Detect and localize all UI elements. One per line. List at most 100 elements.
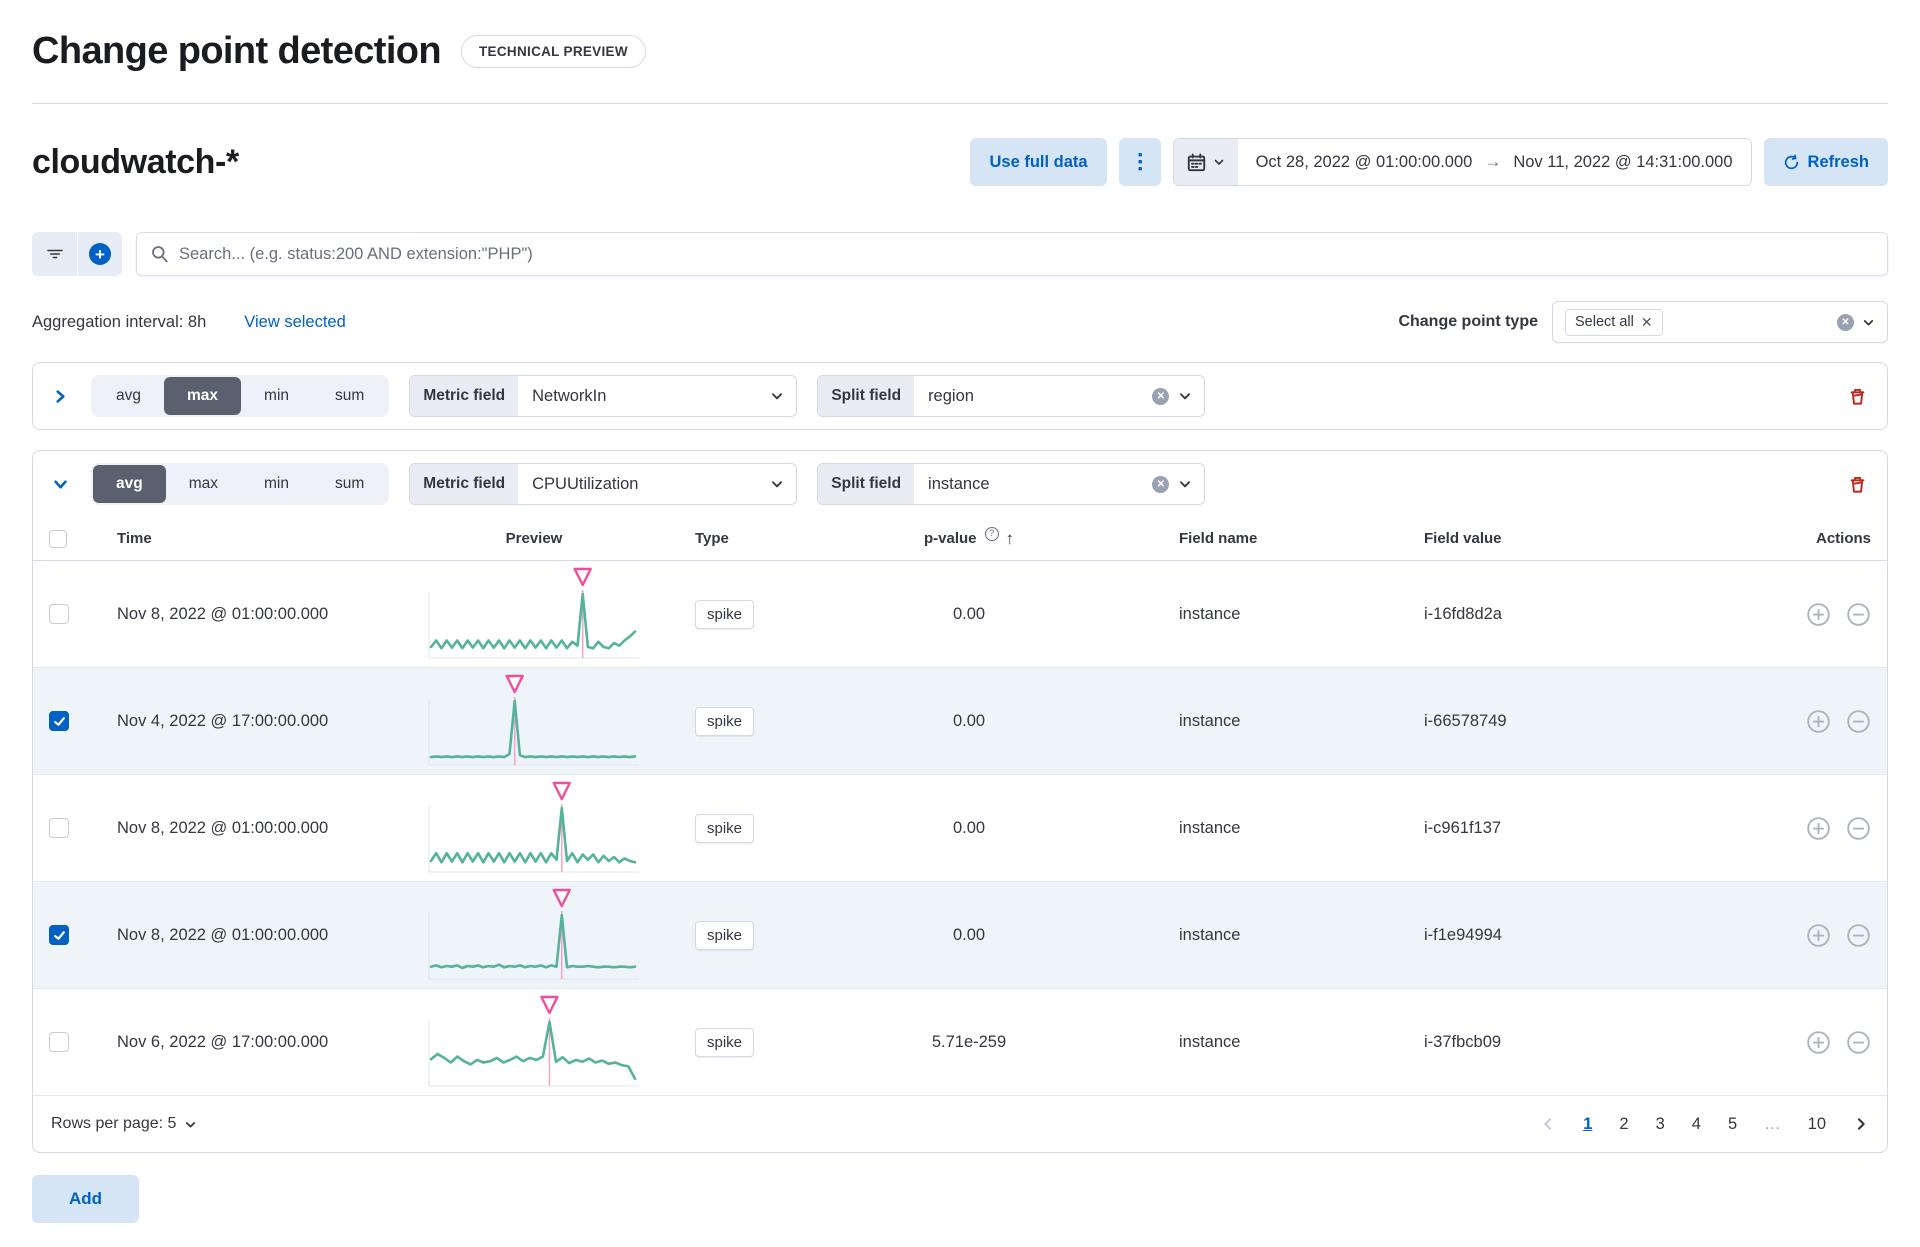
rows-per-page-button[interactable]: Rows per page: 5	[51, 1115, 197, 1133]
row-preview-chart	[409, 564, 659, 664]
delete-config-button[interactable]	[1844, 383, 1871, 410]
collapse-accordion-button[interactable]	[49, 476, 71, 493]
column-header-field-name[interactable]: Field name	[1119, 530, 1364, 547]
filter-out-value-icon[interactable]	[1846, 709, 1871, 734]
filter-out-value-icon[interactable]	[1846, 923, 1871, 948]
chevron-down-icon	[53, 479, 67, 489]
filter-for-value-icon[interactable]	[1806, 602, 1831, 627]
previous-page-button[interactable]	[1540, 1116, 1556, 1132]
agg-option-avg[interactable]: avg	[93, 377, 164, 415]
page-button-1[interactable]: 1	[1583, 1115, 1592, 1134]
page-title: Change point detection	[32, 30, 442, 72]
sample-size-menu-button[interactable]	[1118, 138, 1161, 186]
page-button-5[interactable]: 5	[1728, 1115, 1737, 1134]
split-field-select[interactable]: region	[914, 376, 1152, 416]
selected-type-pill[interactable]: Select all ✕	[1565, 308, 1663, 336]
split-field-control: Split field instance ✕	[817, 463, 1206, 505]
chevron-down-icon	[1214, 159, 1223, 165]
metric-field-select[interactable]: CPUUtilization	[518, 464, 770, 504]
agg-option-sum[interactable]: sum	[312, 377, 387, 415]
vertical-dots-icon	[1138, 153, 1142, 171]
row-field-name: instance	[1179, 1032, 1241, 1051]
agg-function-group: avg max min sum	[91, 463, 390, 505]
chevron-down-icon[interactable]	[770, 477, 784, 491]
row-actions	[1694, 1030, 1871, 1055]
page-button-10[interactable]: 10	[1808, 1115, 1826, 1134]
row-checkbox[interactable]	[49, 604, 69, 624]
delete-config-button[interactable]	[1844, 471, 1871, 498]
chevron-down-icon[interactable]	[770, 389, 784, 403]
p-value-info-icon[interactable]: ?	[984, 526, 999, 541]
filter-out-value-icon[interactable]	[1846, 816, 1871, 841]
column-header-type[interactable]: Type	[659, 530, 819, 547]
refresh-button[interactable]: Refresh	[1763, 138, 1888, 186]
page-button-3[interactable]: 3	[1656, 1115, 1665, 1134]
date-end[interactable]: Nov 11, 2022 @ 14:31:00.000	[1513, 153, 1732, 172]
row-checkbox[interactable]	[49, 818, 69, 838]
next-page-button[interactable]	[1853, 1116, 1869, 1132]
change-point-config-panel-2: avg max min sum Metric field CPUUtilizat…	[32, 450, 1888, 1153]
filter-out-value-icon[interactable]	[1846, 1030, 1871, 1055]
sparkline-chart	[428, 567, 639, 659]
split-field-select[interactable]: instance	[914, 464, 1152, 504]
column-header-time[interactable]: Time	[93, 530, 409, 547]
chevron-right-icon	[55, 389, 65, 403]
column-header-p-value[interactable]: p-value? ↑	[819, 526, 1119, 549]
row-field-name: instance	[1179, 818, 1241, 837]
add-row: Add	[32, 1175, 1888, 1223]
calendar-icon	[1187, 152, 1205, 171]
remove-pill-icon[interactable]: ✕	[1641, 314, 1653, 331]
add-config-button[interactable]: Add	[32, 1175, 140, 1223]
use-full-data-button[interactable]: Use full data	[970, 138, 1107, 186]
chevron-down-icon[interactable]	[1178, 477, 1192, 491]
agg-option-max[interactable]: max	[164, 377, 242, 415]
plus-circle-icon: +	[89, 243, 111, 265]
search-input[interactable]	[179, 244, 1873, 264]
agg-option-min[interactable]: min	[241, 465, 312, 503]
date-start[interactable]: Oct 28, 2022 @ 01:00:00.000	[1256, 153, 1473, 172]
table-row: Nov 8, 2022 @ 01:00:00.000 spike 0.00 in…	[33, 775, 1887, 882]
expand-accordion-button[interactable]	[49, 388, 71, 405]
filter-for-value-icon[interactable]	[1806, 1030, 1831, 1055]
page-button-4[interactable]: 4	[1692, 1115, 1701, 1134]
search-row: +	[32, 232, 1888, 276]
agg-option-avg[interactable]: avg	[93, 465, 166, 503]
sparkline-chart	[428, 995, 639, 1087]
row-preview-chart	[409, 992, 659, 1092]
page-ellipsis: …	[1764, 1114, 1781, 1133]
sparkline-chart	[428, 781, 639, 873]
date-picker-quick-menu[interactable]	[1173, 139, 1238, 185]
row-field-value: i-37fbcb09	[1424, 1032, 1502, 1051]
results-table-header: Time Preview Type p-value? ↑ Field name …	[33, 517, 1887, 561]
column-header-preview: Preview	[505, 530, 563, 547]
filter-for-value-icon[interactable]	[1806, 709, 1831, 734]
metric-field-select[interactable]: NetworkIn	[518, 376, 770, 416]
clear-split-field-icon[interactable]: ✕	[1152, 387, 1170, 405]
chevron-down-icon[interactable]	[1178, 389, 1192, 403]
clear-selection-icon[interactable]: ✕	[1837, 313, 1854, 331]
pager: 1 2 3 4 5 … 10	[1540, 1115, 1869, 1134]
row-checkbox[interactable]	[49, 1032, 69, 1052]
add-filter-button[interactable]: +	[77, 232, 122, 276]
filter-for-value-icon[interactable]	[1806, 923, 1831, 948]
aggregation-interval-label: Aggregation interval: 8h	[32, 312, 207, 331]
agg-option-sum[interactable]: sum	[312, 465, 387, 503]
agg-option-max[interactable]: max	[166, 465, 241, 503]
date-range-picker: Oct 28, 2022 @ 01:00:00.000 → Nov 11, 20…	[1172, 138, 1752, 186]
row-checkbox[interactable]	[49, 711, 69, 731]
sort-ascending-icon[interactable]: ↑	[1006, 529, 1015, 549]
select-all-checkbox[interactable]	[49, 529, 67, 548]
row-field-name: instance	[1179, 604, 1241, 623]
filter-for-value-icon[interactable]	[1806, 816, 1831, 841]
technical-preview-badge: TECHNICAL PREVIEW	[461, 35, 646, 68]
clear-split-field-icon[interactable]: ✕	[1152, 475, 1170, 493]
page-button-2[interactable]: 2	[1619, 1115, 1628, 1134]
filter-out-value-icon[interactable]	[1846, 602, 1871, 627]
column-header-field-value[interactable]: Field value	[1364, 530, 1694, 547]
agg-option-min[interactable]: min	[241, 377, 312, 415]
view-selected-link[interactable]: View selected	[244, 313, 346, 332]
row-checkbox[interactable]	[49, 925, 69, 945]
change-point-type-select[interactable]: Select all ✕ ✕	[1552, 301, 1888, 343]
filter-menu-button[interactable]	[32, 232, 77, 276]
column-header-actions: Actions	[1815, 530, 1871, 547]
